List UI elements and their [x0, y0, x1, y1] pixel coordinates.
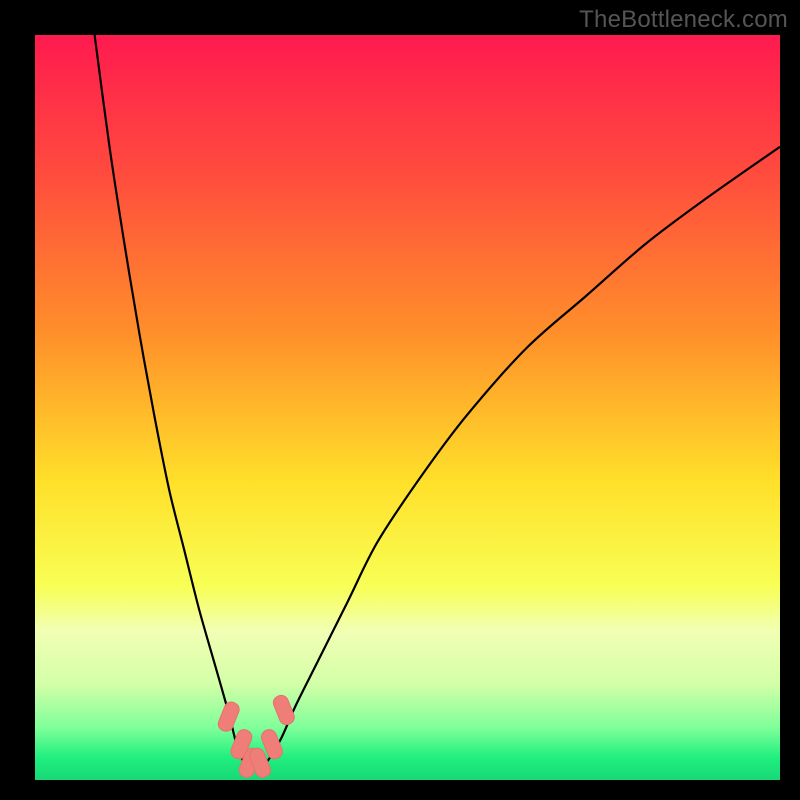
plot-svg: [35, 35, 780, 780]
chart-frame: TheBottleneck.com: [0, 0, 800, 800]
plot-area: [35, 35, 780, 780]
gradient-background: [35, 35, 780, 780]
watermark-text: TheBottleneck.com: [579, 6, 788, 34]
